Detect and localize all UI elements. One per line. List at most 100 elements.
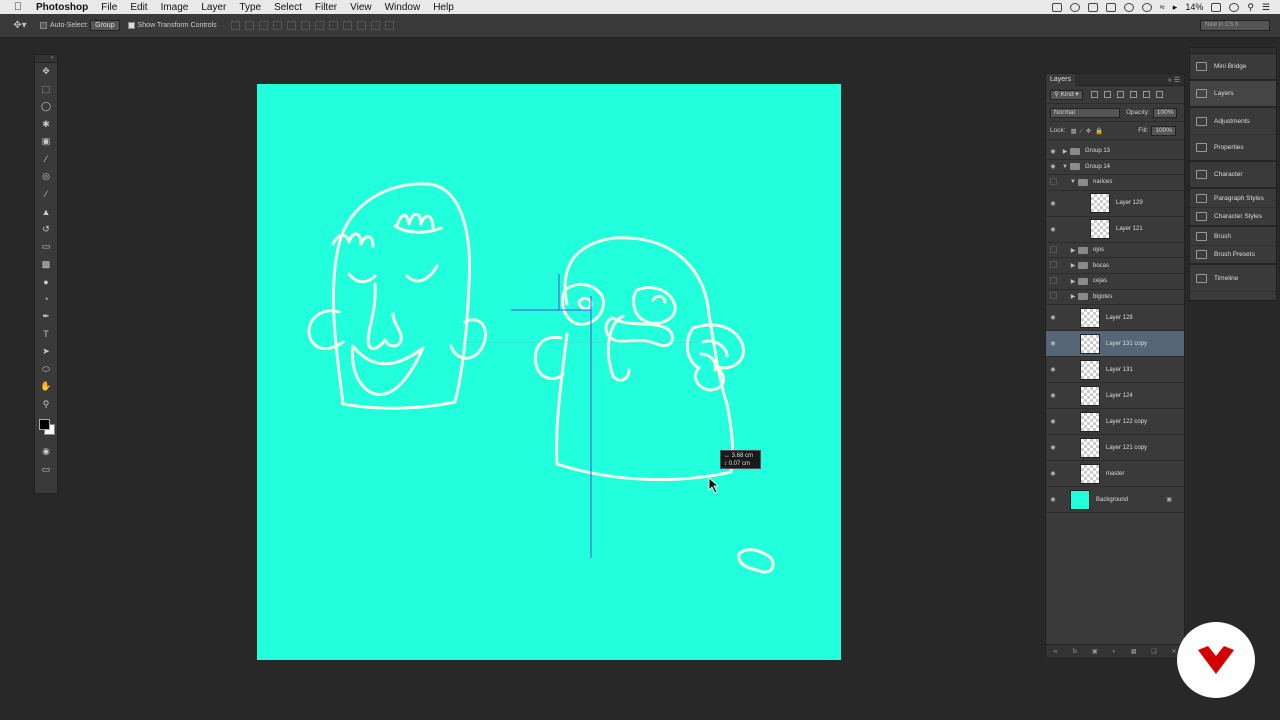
eye-icon[interactable]: ◉ xyxy=(1046,340,1060,347)
dock-adjustments[interactable]: Adjustments xyxy=(1190,108,1276,135)
adobe-icon[interactable] xyxy=(1087,2,1098,12)
tab-layers[interactable]: Layers xyxy=(1046,73,1076,86)
layer-style-icon[interactable]: fx xyxy=(1072,649,1077,655)
gradient-tool-icon[interactable]: ▩ xyxy=(35,256,57,274)
dock-mini-bridge[interactable]: Mini Bridge xyxy=(1190,54,1276,81)
app-menu[interactable]: Photoshop xyxy=(36,2,88,13)
menu-edit[interactable]: Edit xyxy=(130,2,147,13)
zoom-tool-icon[interactable]: ⚲ xyxy=(35,396,57,414)
blend-mode-dropdown[interactable]: Normal xyxy=(1050,107,1120,118)
menu-window[interactable]: Window xyxy=(385,2,421,13)
link-layers-icon[interactable]: ∞ xyxy=(1053,649,1057,655)
eye-off-icon[interactable] xyxy=(1046,292,1060,301)
layer-row[interactable]: ◉ Layer 121 xyxy=(1046,217,1184,243)
screen-mode-icon[interactable]: ▭ xyxy=(35,461,57,479)
filter-toggle-icon[interactable] xyxy=(1155,91,1163,98)
type-tool-icon[interactable]: T xyxy=(35,326,57,344)
align-left-icon[interactable] xyxy=(272,21,282,30)
menu-help[interactable]: Help xyxy=(433,2,454,13)
layer-row[interactable]: ◉ Layer 124 xyxy=(1046,383,1184,410)
pen-tool-icon[interactable]: ✒ xyxy=(35,308,57,326)
quick-select-tool-icon[interactable]: ✱ xyxy=(35,116,57,134)
eye-icon[interactable]: ◉ xyxy=(1046,392,1060,399)
eye-icon[interactable]: ◉ xyxy=(1046,200,1060,207)
fill-input[interactable]: 100% xyxy=(1151,125,1176,136)
filter-shape-icon[interactable] xyxy=(1129,91,1137,98)
eye-icon[interactable]: ◉ xyxy=(1046,226,1060,233)
dock-character[interactable]: Character xyxy=(1190,162,1276,189)
align-bottom-icon[interactable] xyxy=(258,21,268,30)
move-tool-icon[interactable]: ✥ xyxy=(35,63,57,81)
dock-brush-presets[interactable]: Brush Presets xyxy=(1190,246,1276,265)
brush-tool-icon[interactable]: ∕ xyxy=(35,186,57,204)
eye-off-icon[interactable] xyxy=(1046,261,1060,270)
eye-off-icon[interactable] xyxy=(1046,276,1060,286)
align-vcenter-icon[interactable] xyxy=(244,21,254,30)
foreground-color-swatch[interactable] xyxy=(39,419,50,430)
wifi-icon[interactable]: ≈ xyxy=(1160,2,1165,12)
menu-image[interactable]: Image xyxy=(161,2,189,13)
filter-adjustment-icon[interactable] xyxy=(1103,91,1111,98)
dock-properties[interactable]: Properties xyxy=(1190,135,1276,162)
clock-icon[interactable] xyxy=(1141,2,1152,12)
menu-view[interactable]: View xyxy=(350,2,372,13)
time-machine-icon[interactable] xyxy=(1229,2,1240,12)
eye-icon[interactable]: ◉ xyxy=(1046,444,1060,451)
history-brush-tool-icon[interactable]: ↺ xyxy=(35,221,57,239)
crop-tool-icon[interactable]: ▣ xyxy=(35,133,57,151)
layer-row[interactable]: ▶ ojos xyxy=(1046,243,1184,259)
add-mask-icon[interactable]: ▣ xyxy=(1092,648,1098,655)
lock-icons[interactable]: ▦∕✥🔒 xyxy=(1071,127,1108,135)
layer-row[interactable]: ◉ master xyxy=(1046,461,1184,488)
filter-type-icon[interactable] xyxy=(1116,91,1124,98)
delete-layer-icon[interactable]: ✕ xyxy=(1171,648,1176,655)
eyedropper-tool-icon[interactable]: ∕ xyxy=(35,151,57,169)
move-tool-preset-icon[interactable]: ✥▾ xyxy=(0,20,40,31)
expand-icon[interactable]: ▶ xyxy=(1068,278,1078,285)
distribute-top-icon[interactable] xyxy=(314,21,324,30)
eye-icon[interactable]: ◉ xyxy=(1046,163,1060,170)
shape-tool-icon[interactable]: ⬭ xyxy=(35,361,57,379)
workspace-dropdown[interactable]: New in CS 6 xyxy=(1200,20,1270,31)
dock-paragraph-styles[interactable]: Paragraph Styles xyxy=(1190,189,1276,208)
menu-filter[interactable]: Filter xyxy=(315,2,337,13)
collapse-icon[interactable]: ▼ xyxy=(1068,179,1078,185)
eye-off-icon[interactable] xyxy=(1046,245,1060,255)
filter-smart-object-icon[interactable] xyxy=(1142,91,1150,98)
align-hcenter-icon[interactable] xyxy=(286,21,296,30)
dock-brush[interactable]: Brush xyxy=(1190,227,1276,246)
menu-layer[interactable]: Layer xyxy=(201,2,226,13)
tools-panel-grip[interactable]: » xyxy=(35,55,57,63)
layer-row[interactable]: ◉ Layer 129 xyxy=(1046,191,1184,217)
lasso-tool-icon[interactable]: ◯ xyxy=(35,98,57,116)
transform-controls-checkbox[interactable] xyxy=(127,22,135,29)
auto-select-option[interactable]: Auto-Select: Group xyxy=(40,20,120,31)
opacity-input[interactable]: 100% xyxy=(1152,107,1178,118)
distribute-vcenter-icon[interactable] xyxy=(328,21,338,30)
layer-row[interactable]: ▶ cejas xyxy=(1046,274,1184,290)
marquee-tool-icon[interactable]: ⬚ xyxy=(35,81,57,99)
layer-row[interactable]: ◉ ▶ Group 13 xyxy=(1046,144,1184,160)
layer-row[interactable]: ◉ ▼ Group 14 xyxy=(1046,160,1184,176)
distribute-bottom-icon[interactable] xyxy=(342,21,352,30)
blur-tool-icon[interactable]: ● xyxy=(35,273,57,291)
expand-icon[interactable]: ▶ xyxy=(1068,262,1078,269)
menu-type[interactable]: Type xyxy=(239,2,261,13)
auto-select-checkbox[interactable] xyxy=(40,22,47,29)
sync-icon[interactable] xyxy=(1123,2,1134,12)
layer-row[interactable]: ◉ Layer 128 xyxy=(1046,305,1184,332)
healing-brush-tool-icon[interactable]: ◎ xyxy=(35,168,57,186)
eye-icon[interactable]: ◉ xyxy=(1046,148,1060,155)
dock-character-styles[interactable]: Character Styles xyxy=(1190,208,1276,227)
path-select-tool-icon[interactable]: ➤ xyxy=(35,343,57,361)
drive-icon[interactable] xyxy=(1051,2,1062,12)
dock-layers[interactable]: Layers xyxy=(1190,81,1276,108)
filter-kind-dropdown[interactable]: ⚲ Kind ▾ xyxy=(1050,89,1083,100)
adjustment-layer-icon[interactable]: ◐ xyxy=(1112,649,1116,655)
menu-file[interactable]: File xyxy=(101,2,117,13)
distribute-left-icon[interactable] xyxy=(356,21,366,30)
eye-icon[interactable]: ◉ xyxy=(1046,418,1060,425)
volume-icon[interactable]: ▸ xyxy=(1173,2,1178,13)
panel-menu-icon[interactable]: » ☰ xyxy=(1168,76,1184,84)
eraser-tool-icon[interactable]: ▭ xyxy=(35,238,57,256)
